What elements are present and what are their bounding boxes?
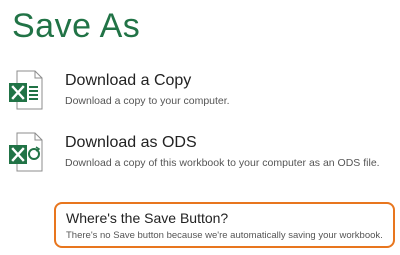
excel-ods-file-icon	[8, 132, 44, 172]
download-copy-option[interactable]: Download a Copy Download a copy to your …	[8, 68, 388, 118]
download-copy-description: Download a copy to your computer.	[65, 95, 230, 107]
download-ods-description: Download a copy of this workbook to your…	[65, 157, 380, 169]
save-as-panel: Save As Download a Copy Download a copy …	[0, 0, 400, 255]
save-button-info-box: Where's the Save Button? There's no Save…	[54, 202, 395, 248]
excel-file-icon	[8, 70, 44, 110]
download-copy-title: Download a Copy	[65, 72, 192, 89]
info-description: There's no Save button because we're aut…	[66, 230, 383, 241]
download-ods-option[interactable]: Download as ODS Download a copy of this …	[8, 130, 388, 180]
page-title: Save As	[12, 7, 141, 45]
info-title: Where's the Save Button?	[66, 210, 229, 226]
download-ods-title: Download as ODS	[65, 134, 197, 151]
